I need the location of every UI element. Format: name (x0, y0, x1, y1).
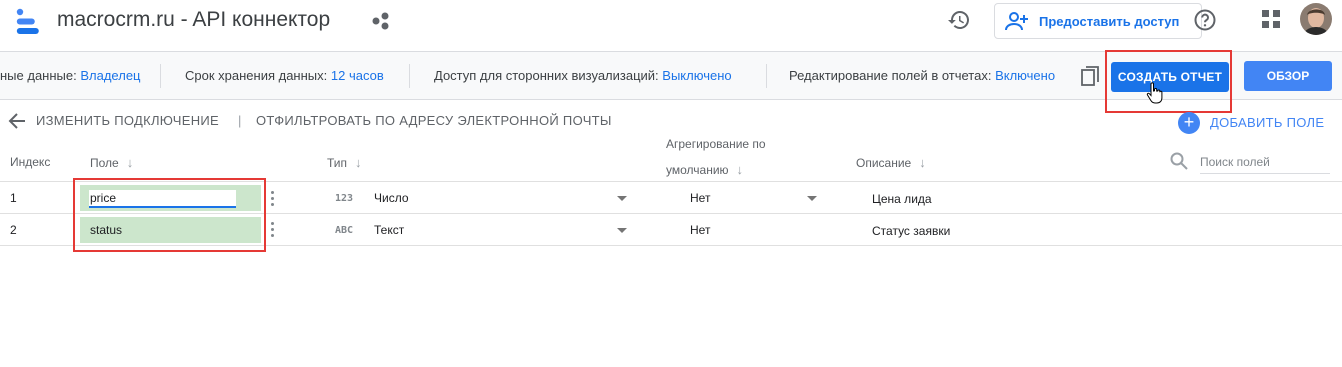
column-header-field-label: Поле (90, 156, 119, 170)
explore-button[interactable]: ОБЗОР (1244, 61, 1332, 91)
sort-arrow-icon[interactable]: ↓ (737, 162, 744, 177)
row-index: 1 (10, 191, 17, 205)
search-fields-input[interactable] (1200, 150, 1330, 174)
community-viz-setting[interactable]: Доступ для сторонних визуализаций: Выклю… (434, 68, 732, 83)
filter-by-email-link[interactable]: ОТФИЛЬТРОВАТЬ ПО АДРЕСУ ЭЛЕКТРОННОЙ ПОЧТ… (256, 113, 612, 128)
freshness-label: Срок хранения данных: (185, 68, 328, 83)
apps-grid-icon[interactable] (1262, 10, 1280, 28)
row-index: 2 (10, 223, 17, 237)
more-options-icon[interactable] (271, 191, 275, 207)
freshness-setting[interactable]: Срок хранения данных: 12 часов (185, 68, 384, 83)
annotation-highlight-box (73, 178, 266, 252)
copy-icon[interactable] (1080, 65, 1102, 87)
community-viz-value[interactable]: Выключено (662, 68, 731, 83)
divider (766, 64, 767, 88)
credentials-value[interactable]: Владелец (80, 68, 140, 83)
search-icon[interactable] (1170, 152, 1188, 170)
plus-icon: + (1178, 112, 1200, 134)
column-header-description[interactable]: Описание ↓ (856, 155, 926, 170)
page-title: macrocrm.ru - API коннектор (57, 8, 331, 31)
divider (409, 64, 410, 88)
more-options-icon[interactable] (271, 222, 275, 238)
column-header-field[interactable]: Поле ↓ (90, 155, 133, 170)
column-header-type[interactable]: Тип ↓ (327, 155, 362, 170)
column-header-aggregation-label: умолчанию (666, 163, 729, 177)
field-editing-setting[interactable]: Редактирование полей в отчетах: Включено (789, 68, 1055, 83)
annotation-highlight-box (1105, 50, 1232, 113)
column-header-index: Индекс (10, 155, 51, 169)
share-button-label: Предоставить доступ (1039, 14, 1180, 29)
add-field-label: ДОБАВИТЬ ПОЛЕ (1210, 115, 1325, 130)
credentials-label: ные данные: (0, 68, 77, 83)
sort-arrow-icon[interactable]: ↓ (355, 155, 362, 170)
column-header-aggregation[interactable]: умолчанию ↓ (666, 162, 743, 177)
dropdown-arrow-icon[interactable] (617, 196, 627, 201)
user-photo-icon (1300, 3, 1332, 35)
field-description[interactable]: Цена лида (872, 192, 932, 206)
column-header-type-label: Тип (327, 156, 348, 170)
column-header-aggregation-line1: Агрегирование по (666, 137, 766, 151)
number-type-icon: 123 (335, 193, 354, 204)
field-editing-value[interactable]: Включено (995, 68, 1055, 83)
text-type-icon: ABC (335, 225, 354, 236)
dropdown-arrow-icon[interactable] (807, 196, 817, 201)
type-select[interactable]: Текст (374, 223, 404, 237)
shared-group-icon (372, 12, 389, 30)
credentials-setting[interactable]: ные данные: Владелец (0, 68, 141, 83)
sort-arrow-icon[interactable]: ↓ (127, 155, 134, 170)
data-studio-logo-icon[interactable] (14, 8, 42, 36)
type-select[interactable]: Число (374, 191, 409, 205)
column-header-description-label: Описание (856, 156, 912, 170)
hand-cursor-icon (1146, 82, 1163, 104)
field-editing-label: Редактирование полей в отчетах: (789, 68, 992, 83)
divider (160, 64, 161, 88)
version-history-icon[interactable] (947, 8, 971, 32)
freshness-value[interactable]: 12 часов (331, 68, 384, 83)
aggregation-select[interactable]: Нет (690, 191, 710, 205)
share-button[interactable]: Предоставить доступ (994, 3, 1202, 39)
dropdown-arrow-icon[interactable] (617, 228, 627, 233)
aggregation-value: Нет (690, 223, 711, 237)
action-separator: | (238, 113, 242, 128)
back-arrow-icon[interactable] (7, 111, 27, 131)
app-header: macrocrm.ru - API коннектор Предоставить… (0, 0, 1342, 52)
edit-connection-link[interactable]: ИЗМЕНИТЬ ПОДКЛЮЧЕНИЕ (36, 113, 219, 128)
add-person-icon (1005, 12, 1028, 31)
avatar[interactable] (1300, 3, 1332, 35)
sort-arrow-icon[interactable]: ↓ (919, 155, 926, 170)
community-viz-label: Доступ для сторонних визуализаций: (434, 68, 659, 83)
field-description[interactable]: Статус заявки (872, 224, 950, 238)
help-icon[interactable] (1193, 8, 1217, 32)
